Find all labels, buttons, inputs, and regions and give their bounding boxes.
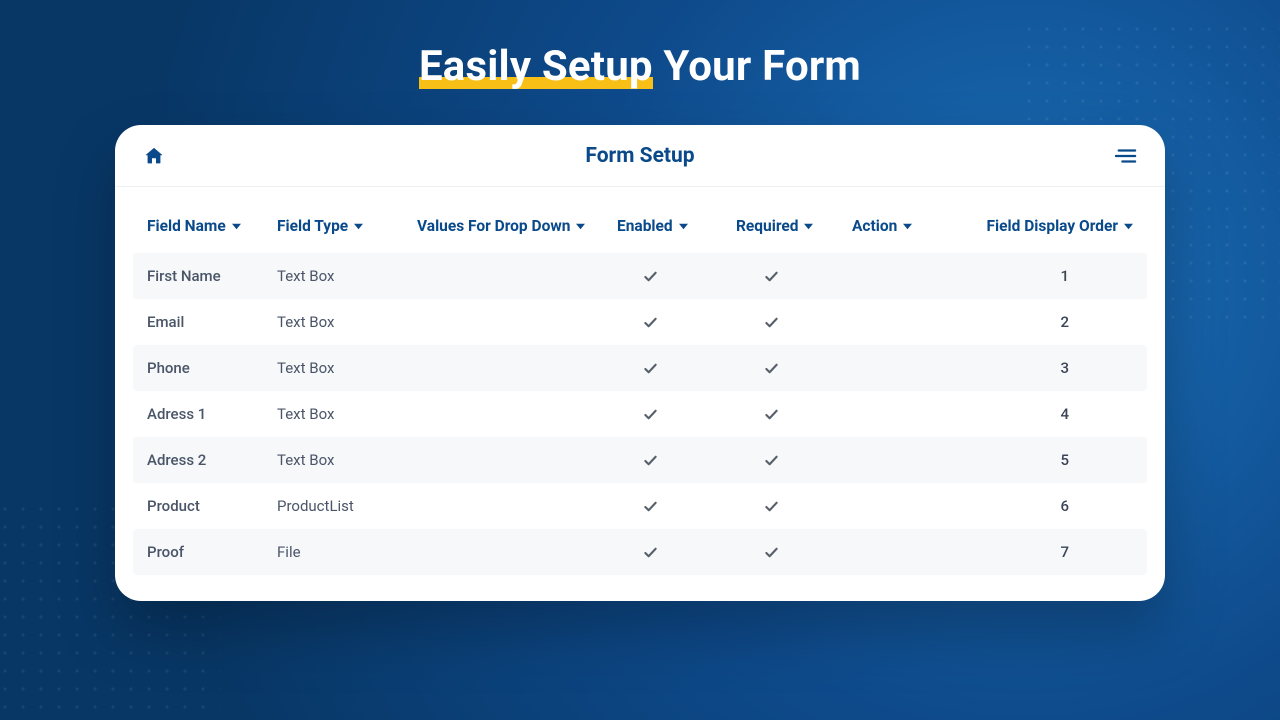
col-header-label: Action xyxy=(852,217,897,235)
caret-down-icon xyxy=(1124,222,1133,231)
check-icon xyxy=(643,545,658,560)
cell-enabled xyxy=(617,407,732,422)
caret-down-icon xyxy=(804,222,813,231)
hero-rest: Your Form xyxy=(653,42,861,91)
check-icon xyxy=(764,545,779,560)
cell-required xyxy=(732,361,852,376)
table-row: PhoneText Box 3 xyxy=(133,345,1147,391)
cell-required xyxy=(732,453,852,468)
table-row: ProductProductList 6 xyxy=(133,483,1147,529)
check-icon xyxy=(643,407,658,422)
check-icon xyxy=(643,361,658,376)
cell-display-order: 2 xyxy=(947,313,1137,331)
cell-required xyxy=(732,315,852,330)
col-header-action[interactable]: Action xyxy=(852,217,947,235)
cell-field-type: Text Box xyxy=(277,267,417,285)
check-icon xyxy=(764,361,779,376)
cell-field-name: First Name xyxy=(147,267,277,285)
caret-down-icon xyxy=(679,222,688,231)
col-header-label: Values For Drop Down xyxy=(417,217,570,235)
col-header-label: Field Name xyxy=(147,217,226,235)
cell-enabled xyxy=(617,315,732,330)
caret-down-icon xyxy=(354,222,363,231)
check-icon xyxy=(643,269,658,284)
cell-required xyxy=(732,499,852,514)
cell-field-name: Product xyxy=(147,497,277,515)
cell-display-order: 3 xyxy=(947,359,1137,377)
cell-field-type: Text Box xyxy=(277,359,417,377)
col-header-enabled[interactable]: Enabled xyxy=(617,217,732,235)
cell-required xyxy=(732,407,852,422)
fields-table: Field Name Field Type Values For Drop Do… xyxy=(115,187,1165,601)
panel-header: Form Setup xyxy=(115,125,1165,187)
cell-display-order: 7 xyxy=(947,543,1137,561)
check-icon xyxy=(764,269,779,284)
hero-highlight: Easily Setup xyxy=(419,42,653,91)
cell-field-name: Proof xyxy=(147,543,277,561)
check-icon xyxy=(643,499,658,514)
table-header-row: Field Name Field Type Values For Drop Do… xyxy=(133,195,1147,253)
cell-field-type: Text Box xyxy=(277,405,417,423)
check-icon xyxy=(764,407,779,422)
col-header-values[interactable]: Values For Drop Down xyxy=(417,217,617,235)
cell-field-type: Text Box xyxy=(277,451,417,469)
hero-title: Easily Setup Your Form xyxy=(419,42,861,91)
table-row: Adress 1Text Box 4 xyxy=(133,391,1147,437)
home-icon[interactable] xyxy=(143,145,165,167)
caret-down-icon xyxy=(903,222,912,231)
cell-enabled xyxy=(617,499,732,514)
panel-title: Form Setup xyxy=(585,144,694,168)
cell-display-order: 1 xyxy=(947,267,1137,285)
col-header-label: Enabled xyxy=(617,217,673,235)
col-header-label: Field Display Order xyxy=(987,217,1118,235)
check-icon xyxy=(643,453,658,468)
table-row: EmailText Box 2 xyxy=(133,299,1147,345)
cell-field-name: Phone xyxy=(147,359,277,377)
col-header-display-order[interactable]: Field Display Order xyxy=(947,217,1137,235)
cell-display-order: 6 xyxy=(947,497,1137,515)
col-header-field-type[interactable]: Field Type xyxy=(277,217,417,235)
table-body: First NameText Box1EmailText Box2PhoneTe… xyxy=(133,253,1147,575)
caret-down-icon xyxy=(576,222,585,231)
cell-display-order: 5 xyxy=(947,451,1137,469)
check-icon xyxy=(764,315,779,330)
cell-display-order: 4 xyxy=(947,405,1137,423)
cell-field-type: Text Box xyxy=(277,313,417,331)
cell-field-name: Email xyxy=(147,313,277,331)
check-icon xyxy=(764,453,779,468)
col-header-label: Field Type xyxy=(277,217,348,235)
check-icon xyxy=(643,315,658,330)
caret-down-icon xyxy=(232,222,241,231)
menu-icon[interactable] xyxy=(1115,148,1137,164)
table-row: First NameText Box 1 xyxy=(133,253,1147,299)
cell-field-type: File xyxy=(277,543,417,561)
check-icon xyxy=(764,499,779,514)
form-setup-panel: Form Setup Field Name Field Type Values … xyxy=(115,125,1165,601)
cell-required xyxy=(732,269,852,284)
cell-enabled xyxy=(617,269,732,284)
cell-field-name: Adress 1 xyxy=(147,405,277,423)
cell-enabled xyxy=(617,545,732,560)
cell-enabled xyxy=(617,453,732,468)
cell-field-type: ProductList xyxy=(277,497,417,515)
cell-required xyxy=(732,545,852,560)
col-header-field-name[interactable]: Field Name xyxy=(147,217,277,235)
cell-enabled xyxy=(617,361,732,376)
col-header-required[interactable]: Required xyxy=(732,217,852,235)
cell-field-name: Adress 2 xyxy=(147,451,277,469)
table-row: ProofFile 7 xyxy=(133,529,1147,575)
table-row: Adress 2Text Box 5 xyxy=(133,437,1147,483)
col-header-label: Required xyxy=(736,217,798,235)
